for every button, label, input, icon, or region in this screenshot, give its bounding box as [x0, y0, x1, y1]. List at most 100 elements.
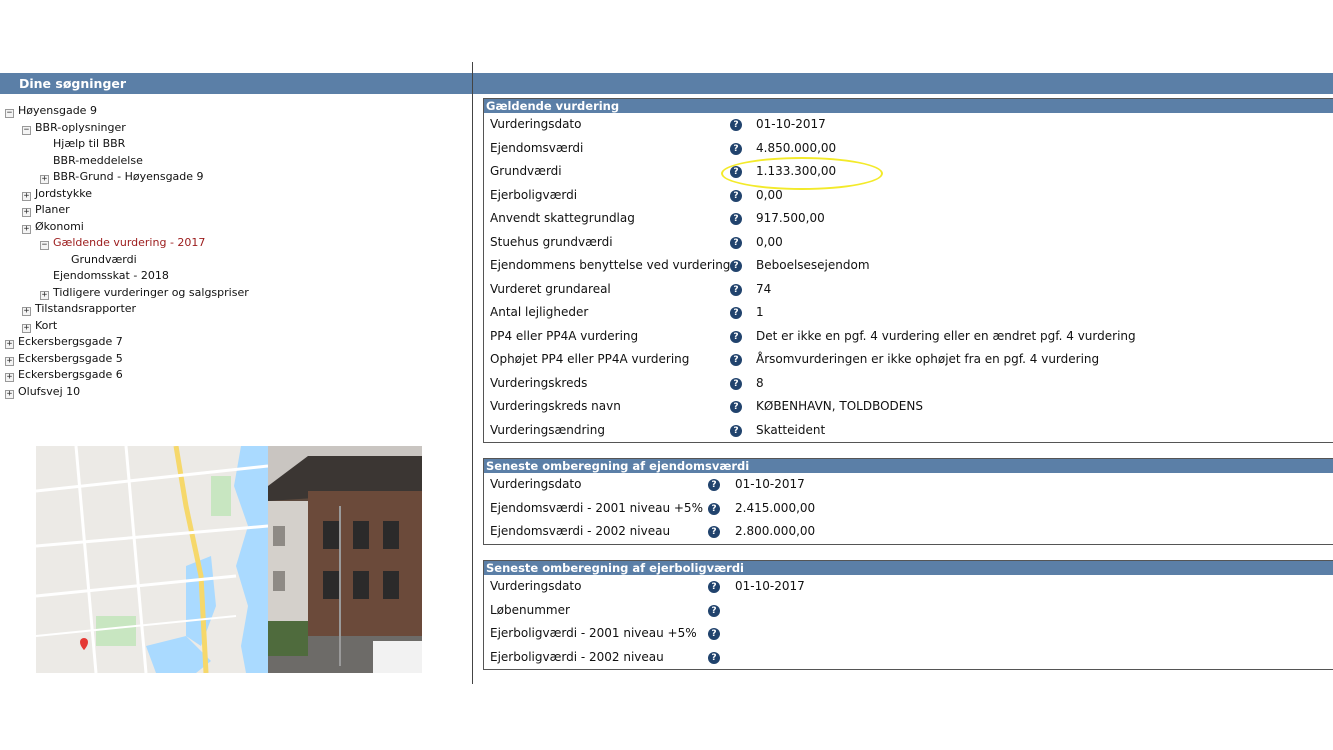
- tree-label[interactable]: Hjælp til BBR: [53, 137, 125, 150]
- tree-label[interactable]: Eckersbergsgade 6: [18, 368, 123, 381]
- help-icon[interactable]: ?: [708, 628, 720, 640]
- help-icon[interactable]: ?: [730, 213, 742, 225]
- owner-recalc-header: Seneste omberegning af ejerboligværdi: [484, 561, 1333, 575]
- expand-icon[interactable]: +: [5, 340, 14, 349]
- tree-item-bbr-meddelelse[interactable]: BBR-meddelelse: [53, 154, 143, 168]
- row-label: Ejendommens benyttelse ved vurdering: [490, 258, 731, 272]
- recalc-row-2002: Ejendomsværdi - 2002 niveau? 2.800.000,00: [484, 520, 1333, 544]
- tree-item-hjaelp-bbr[interactable]: Hjælp til BBR: [53, 137, 125, 151]
- expand-icon[interactable]: +: [22, 191, 31, 201]
- row-value: Beboelsesejendom: [756, 258, 870, 272]
- help-icon[interactable]: ?: [730, 354, 742, 366]
- tree-item-hoyensgade-9[interactable]: − Høyensgade 9: [5, 104, 97, 118]
- owner-row-serial: Løbenummer?: [484, 599, 1333, 623]
- help-icon[interactable]: ?: [730, 401, 742, 413]
- tree-item-planer[interactable]: + Planer: [22, 203, 70, 217]
- tree-label[interactable]: BBR-Grund - Høyensgade 9: [53, 170, 204, 183]
- tree-item-tidligere-vurderinger[interactable]: + Tidligere vurderinger og salgspriser: [40, 286, 249, 300]
- tree-label[interactable]: Grundværdi: [71, 253, 137, 266]
- help-icon[interactable]: ?: [708, 604, 720, 617]
- valuation-row-land-area: Vurderet grundareal? 74: [484, 278, 1333, 302]
- tree-label[interactable]: Kort: [35, 319, 57, 332]
- vertical-divider: [472, 62, 473, 684]
- tree-label[interactable]: Ejendomsskat - 2018: [53, 269, 169, 282]
- help-icon[interactable]: ?: [730, 377, 742, 390]
- expand-icon[interactable]: +: [40, 175, 49, 184]
- help-icon[interactable]: ?: [708, 581, 720, 593]
- tree-label[interactable]: Eckersbergsgade 5: [18, 352, 123, 365]
- valuation-row-pp4: PP4 eller PP4A vurdering? Det er ikke en …: [484, 325, 1333, 349]
- row-label: Løbenummer: [490, 602, 570, 617]
- row-value: 0,00: [756, 234, 783, 249]
- tree-item-grundvaerdi[interactable]: Grundværdi: [71, 253, 137, 267]
- tree-item-eckersbergsgade-5[interactable]: + Eckersbergsgade 5: [5, 352, 123, 366]
- tree-label[interactable]: Eckersbergsgade 7: [18, 335, 123, 348]
- collapse-icon[interactable]: −: [22, 125, 31, 135]
- help-icon[interactable]: ?: [730, 119, 742, 131]
- expand-icon[interactable]: +: [5, 356, 14, 366]
- help-icon[interactable]: ?: [730, 236, 742, 249]
- help-icon[interactable]: ?: [730, 330, 742, 343]
- row-label: Ejendomsværdi - 2001 niveau +5%: [490, 500, 703, 515]
- expand-icon[interactable]: +: [22, 307, 31, 316]
- tree-item-bbr-grund[interactable]: + BBR-Grund - Høyensgade 9: [40, 170, 204, 184]
- valuation-row-date: Vurderingsdato? 01-10-2017: [484, 113, 1333, 137]
- help-icon[interactable]: ?: [730, 189, 742, 202]
- row-value: Det er ikke en pgf. 4 vurdering eller en…: [756, 328, 1136, 343]
- help-icon[interactable]: ?: [708, 651, 720, 664]
- row-label: Anvendt skattegrundlag: [490, 211, 635, 225]
- valuation-row-usage: Ejendommens benyttelse ved vurdering? Beb…: [484, 254, 1333, 278]
- expand-icon[interactable]: +: [22, 323, 31, 333]
- expand-icon[interactable]: +: [22, 224, 31, 234]
- help-icon[interactable]: ?: [730, 307, 742, 319]
- tree-item-eckersbergsgade-7[interactable]: + Eckersbergsgade 7: [5, 335, 123, 349]
- tree-item-bbr-oplysninger[interactable]: − BBR-oplysninger: [22, 121, 126, 135]
- tree-label[interactable]: Økonomi: [35, 220, 84, 233]
- collapse-icon[interactable]: −: [40, 241, 49, 250]
- help-icon[interactable]: ?: [708, 526, 720, 538]
- tree-label[interactable]: Tilstandsrapporter: [35, 302, 136, 315]
- collapse-icon[interactable]: −: [5, 109, 14, 118]
- expand-icon[interactable]: +: [5, 373, 14, 382]
- tree-item-jordstykke[interactable]: + Jordstykke: [22, 187, 92, 201]
- help-icon[interactable]: ?: [730, 424, 742, 437]
- tree-label[interactable]: Olufsvej 10: [18, 385, 80, 398]
- help-icon[interactable]: ?: [708, 502, 720, 515]
- row-value: KØBENHAVN, TOLDBODENS: [756, 399, 923, 413]
- help-icon[interactable]: ?: [730, 142, 742, 155]
- tree-label[interactable]: Høyensgade 9: [18, 104, 97, 117]
- tree-label[interactable]: Gældende vurdering - 2017: [53, 236, 205, 249]
- street-view-thumbnail[interactable]: [268, 446, 422, 673]
- tree-item-ejendomsskat[interactable]: Ejendomsskat - 2018: [53, 269, 169, 283]
- valuation-row-district: Vurderingskreds? 8: [484, 372, 1333, 396]
- help-icon[interactable]: ?: [730, 260, 742, 272]
- tree-label[interactable]: Jordstykke: [35, 187, 92, 200]
- tree-item-olufsvej-10[interactable]: + Olufsvej 10: [5, 385, 80, 399]
- expand-icon[interactable]: +: [5, 389, 14, 399]
- row-value: 1: [756, 305, 764, 319]
- help-icon[interactable]: ?: [708, 479, 720, 491]
- tree-item-tilstandsrapporter[interactable]: + Tilstandsrapporter: [22, 302, 136, 316]
- expand-icon[interactable]: +: [40, 290, 49, 300]
- valuation-row-apartments: Antal lejligheder? 1: [484, 301, 1333, 325]
- row-value: Årsomvurderingen er ikke ophøjet fra en …: [756, 352, 1100, 366]
- tree-label[interactable]: Tidligere vurderinger og salgspriser: [53, 286, 249, 299]
- current-valuation-panel: Gældende vurdering Vurderingsdato? 01-10-…: [483, 98, 1333, 443]
- tree-item-okonomi[interactable]: + Økonomi: [22, 220, 84, 234]
- tree-item-eckersbergsgade-6[interactable]: + Eckersbergsgade 6: [5, 368, 123, 382]
- recalc-row-2001: Ejendomsværdi - 2001 niveau +5%? 2.415.00…: [484, 497, 1333, 521]
- row-value: Skatteident: [756, 422, 826, 437]
- tree-label[interactable]: BBR-meddelelse: [53, 154, 143, 167]
- tree-label[interactable]: BBR-oplysninger: [35, 121, 126, 134]
- row-value: 8: [756, 375, 764, 390]
- help-icon[interactable]: ?: [730, 283, 742, 296]
- row-label: Vurderet grundareal: [490, 281, 611, 296]
- map-thumbnail[interactable]: [36, 446, 268, 673]
- tree-label[interactable]: Planer: [35, 203, 70, 216]
- row-label: Ejerboligværdi - 2001 niveau +5%: [490, 626, 697, 640]
- expand-icon[interactable]: +: [22, 208, 31, 217]
- tree-item-kort[interactable]: + Kort: [22, 319, 57, 333]
- row-value: 2.800.000,00: [735, 524, 816, 538]
- current-valuation-header: Gældende vurdering: [484, 99, 1333, 113]
- tree-item-gaeldende-vurdering[interactable]: − Gældende vurdering - 2017: [40, 236, 205, 250]
